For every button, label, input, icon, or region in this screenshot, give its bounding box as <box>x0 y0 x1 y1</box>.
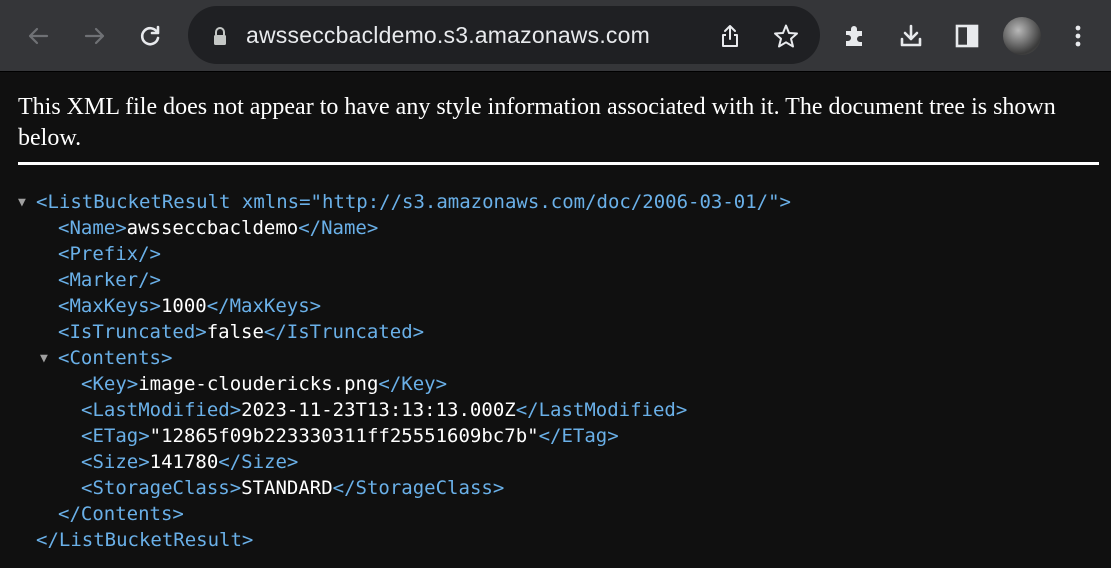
xml-tag: <Prefix/> <box>58 243 161 265</box>
xml-tag: </ETag> <box>538 425 619 447</box>
page-content: This XML file does not appear to have an… <box>0 72 1111 568</box>
collapse-toggle-icon[interactable]: ▼ <box>40 346 58 372</box>
xml-value: 141780 <box>149 451 219 473</box>
side-panel-button[interactable] <box>951 20 983 52</box>
xml-line-root-open: ▼ <ListBucketResult xmlns="http://s3.amaz… <box>18 189 791 215</box>
reload-icon <box>140 25 160 46</box>
collapse-toggle-icon[interactable]: ▼ <box>18 190 36 216</box>
xml-line-lastmodified: <LastModified>2023-11-23T13:13:13.000Z</… <box>81 397 687 423</box>
extensions-button[interactable] <box>838 20 870 52</box>
xml-tag: </Name> <box>298 217 379 239</box>
xml-tag: <ETag> <box>81 425 150 447</box>
xml-line-etag: <ETag>"12865f09b223330311ff25551609bc7b"… <box>81 423 619 449</box>
xml-line-key: <Key>image-cloudericks.png</Key> <box>81 371 447 397</box>
three-dots-vertical-icon <box>1075 25 1081 47</box>
xml-tag: </MaxKeys> <box>206 295 322 317</box>
bookmark-button[interactable] <box>772 22 800 50</box>
xml-tag: <Name> <box>58 217 127 239</box>
address-bar[interactable]: awsseccbacldemo.s3.amazonaws.com <box>188 6 820 64</box>
xml-line-root-close: </ListBucketResult> <box>36 527 253 553</box>
xml-line-name: <Name>awsseccbacldemo</Name> <box>58 215 378 241</box>
xml-tag: <Size> <box>81 451 150 473</box>
xml-line-contents-close: </Contents> <box>58 501 184 527</box>
xml-tag: </Contents> <box>58 503 184 525</box>
share-icon <box>722 25 738 47</box>
xml-value: 2023-11-23T13:13:13.000Z <box>241 399 516 421</box>
xml-line-prefix: <Prefix/> <box>58 241 161 267</box>
arrow-right-icon <box>84 27 105 45</box>
xml-value: awsseccbacldemo <box>126 217 299 239</box>
xml-tag: </StorageClass> <box>332 477 505 499</box>
menu-button[interactable] <box>1062 20 1094 52</box>
xml-line-contents-open: ▼ <Contents> <box>40 345 172 371</box>
xml-tag: <ListBucketResult xmlns="http://s3.amazo… <box>36 191 791 213</box>
xml-value: 1000 <box>160 295 207 317</box>
back-button[interactable] <box>22 20 54 52</box>
xml-value: STANDARD <box>241 477 333 499</box>
star-icon <box>774 24 798 48</box>
lock-icon[interactable] <box>212 26 228 46</box>
xml-tag: </ListBucketResult> <box>36 529 254 551</box>
xml-line-storageclass: <StorageClass>STANDARD</StorageClass> <box>81 475 504 501</box>
xml-tag: <Key> <box>81 373 139 395</box>
xml-tag: <LastModified> <box>81 399 242 421</box>
xml-tag: <MaxKeys> <box>58 295 161 317</box>
xml-line-maxkeys: <MaxKeys>1000</MaxKeys> <box>58 293 321 319</box>
browser-toolbar: awsseccbacldemo.s3.amazonaws.com <box>0 0 1111 72</box>
xml-line-marker: <Marker/> <box>58 267 161 293</box>
notice-divider <box>18 162 1099 165</box>
xml-value: "12865f09b223330311ff25551609bc7b" <box>149 425 539 447</box>
xml-line-size: <Size>141780</Size> <box>81 449 298 475</box>
puzzle-piece-icon <box>846 26 862 46</box>
xml-tag: <Contents> <box>58 347 173 369</box>
xml-value: false <box>206 321 264 343</box>
xml-tag: </Size> <box>218 451 299 473</box>
xml-tag: <IsTruncated> <box>58 321 207 343</box>
xml-tag: </LastModified> <box>515 399 688 421</box>
reload-button[interactable] <box>134 20 166 52</box>
download-icon <box>900 24 922 47</box>
xml-tag: </Key> <box>378 373 448 395</box>
xml-tag: <Marker/> <box>58 269 161 291</box>
xml-value: image-cloudericks.png <box>138 373 379 395</box>
share-button[interactable] <box>716 22 744 50</box>
arrow-left-icon <box>28 27 49 45</box>
url-text[interactable]: awsseccbacldemo.s3.amazonaws.com <box>246 6 650 64</box>
side-panel-icon <box>955 24 979 48</box>
xml-tag: </IsTruncated> <box>263 321 425 343</box>
forward-button[interactable] <box>79 20 111 52</box>
xml-style-notice: This XML file does not appear to have an… <box>18 94 1056 151</box>
downloads-button[interactable] <box>895 20 927 52</box>
profile-avatar[interactable] <box>1003 17 1041 55</box>
xml-line-istruncated: <IsTruncated>false</IsTruncated> <box>58 319 424 345</box>
xml-tag: <StorageClass> <box>81 477 242 499</box>
